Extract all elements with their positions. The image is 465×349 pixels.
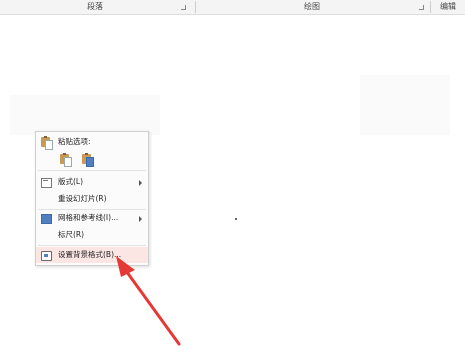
annotation-arrow-icon bbox=[116, 256, 181, 346]
